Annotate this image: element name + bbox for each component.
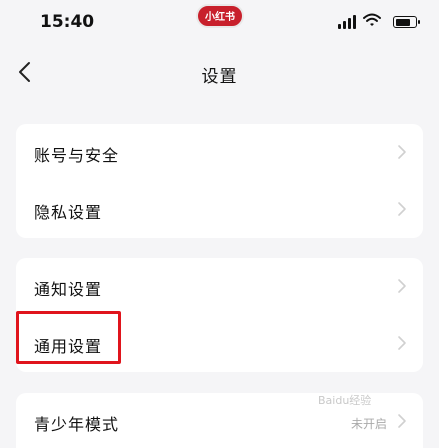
status-time: 15:40 — [40, 12, 95, 32]
settings-item-label: 账号与安全 — [34, 146, 120, 165]
status-bar: 15:40 小红书 — [0, 0, 439, 44]
settings-item-privacy[interactable]: 隐私设置 — [16, 181, 423, 238]
settings-item-notifications[interactable]: 通知设置 — [16, 258, 423, 315]
settings-item-label: 通知设置 — [34, 280, 103, 299]
battery-fill — [395, 18, 410, 26]
watermark: Baidu经验 — [318, 394, 372, 407]
page-title: 设置 — [201, 67, 238, 87]
system-icons — [338, 13, 420, 31]
signal-icon — [338, 15, 358, 29]
settings-group-account: 账号与安全 隐私设置 — [16, 124, 423, 238]
chevron-right-icon — [397, 201, 407, 217]
settings-item-label: 隐私设置 — [34, 203, 103, 222]
chevron-right-icon — [397, 144, 407, 160]
app-badge[interactable]: 小红书 — [196, 4, 244, 28]
settings-item-account-security[interactable]: 账号与安全 — [16, 124, 423, 181]
wifi-icon — [363, 13, 383, 29]
settings-item-label: 青少年模式 — [34, 415, 120, 434]
battery-icon — [393, 16, 420, 28]
nav-bar: 设置 — [0, 44, 439, 100]
chevron-right-icon — [397, 413, 407, 429]
settings-item-value: 未开启 — [350, 417, 387, 431]
highlight-box — [16, 311, 121, 364]
chevron-right-icon — [397, 278, 407, 294]
chevron-right-icon — [397, 335, 407, 351]
